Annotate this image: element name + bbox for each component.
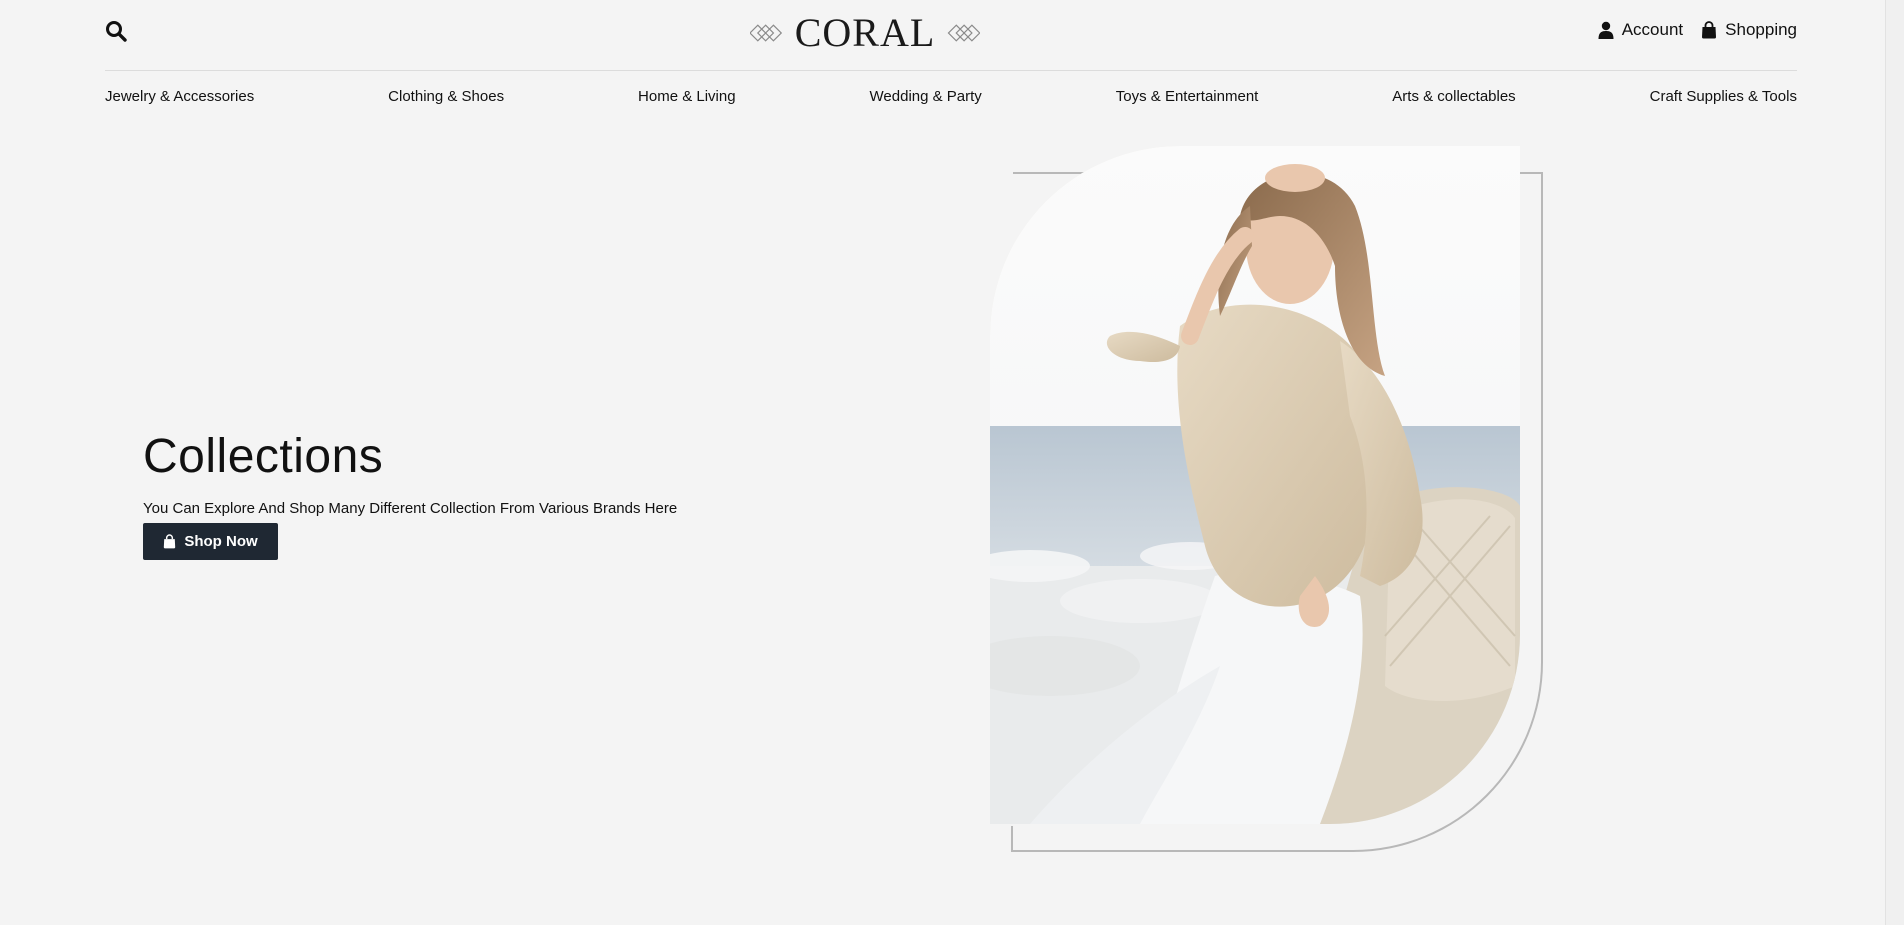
shopping-bag-icon [1702,21,1717,39]
nav-item-craft-supplies-tools[interactable]: Craft Supplies & Tools [1650,88,1797,105]
hero-subtitle: You Can Explore And Shop Many Different … [143,500,678,517]
nav-item-wedding-party[interactable]: Wedding & Party [870,88,982,105]
user-icon [1598,21,1614,39]
shopping-bag-icon [164,534,176,549]
header-actions: Account Shopping [1598,20,1797,40]
shopping-link[interactable]: Shopping [1701,20,1797,40]
shop-now-button[interactable]: Shop Now [143,523,278,560]
shop-now-label: Shop Now [184,533,258,550]
shopping-label: Shopping [1725,20,1797,39]
nav-item-home-living[interactable]: Home & Living [638,88,736,105]
category-nav: Jewelry & Accessories Clothing & Shoes H… [105,84,1797,108]
hero-photo-illustration [990,146,1520,824]
hero-image [990,146,1520,824]
diamond-ornament-icon [947,24,980,42]
diamond-ornament-icon [750,24,783,42]
site-header: CORAL Account Shopping [105,0,1797,71]
hero-title: Collections [143,430,384,483]
nav-item-toys-entertainment[interactable]: Toys & Entertainment [1116,88,1259,105]
nav-item-clothing-shoes[interactable]: Clothing & Shoes [388,88,504,105]
account-label: Account [1621,20,1684,39]
account-link[interactable]: Account [1598,20,1683,40]
nav-item-arts-collectables[interactable]: Arts & collectables [1392,88,1515,105]
site-logo[interactable]: CORAL [750,10,980,56]
search-icon [106,21,127,42]
search-button[interactable] [105,20,129,44]
logo-text: CORAL [794,10,936,55]
nav-item-jewelry-accessories[interactable]: Jewelry & Accessories [105,88,254,105]
page-scrollbar[interactable] [1885,0,1904,925]
